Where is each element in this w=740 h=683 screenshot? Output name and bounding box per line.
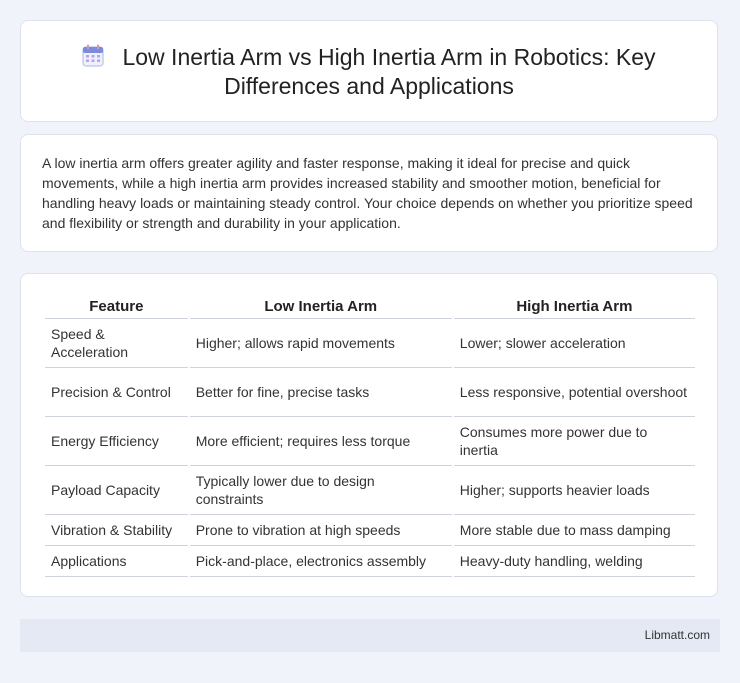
low-inertia-cell: Higher; allows rapid movements [189, 319, 452, 368]
table-row: Payload Capacity Typically lower due to … [45, 466, 695, 515]
feature-cell: Vibration & Stability [45, 515, 188, 546]
feature-cell: Speed & Acceleration [45, 319, 188, 368]
page-title: Low Inertia Arm vs High Inertia Arm in R… [21, 43, 717, 101]
title-line-2: Differences and Applications [224, 73, 514, 99]
title-card: Low Inertia Arm vs High Inertia Arm in R… [20, 20, 718, 122]
header-high-inertia: High Inertia Arm [453, 294, 695, 319]
table-row: Energy Efficiency More efficient; requir… [45, 417, 695, 466]
high-inertia-cell: Consumes more power due to inertia [453, 417, 695, 466]
high-inertia-cell: Higher; supports heavier loads [453, 466, 695, 515]
feature-cell: Precision & Control [45, 368, 188, 417]
low-inertia-cell: More efficient; requires less torque [189, 417, 452, 466]
feature-cell: Energy Efficiency [45, 417, 188, 466]
table-row: Precision & Control Better for fine, pre… [45, 368, 695, 417]
summary-text: A low inertia arm offers greater agility… [42, 155, 693, 231]
footer-brand: Libmatt.com [644, 628, 710, 642]
high-inertia-cell: More stable due to mass damping [453, 515, 695, 546]
table-row: Applications Pick-and-place, electronics… [45, 546, 695, 577]
table-card: Feature Low Inertia Arm High Inertia Arm… [20, 273, 718, 597]
table-row: Speed & Acceleration Higher; allows rapi… [45, 319, 695, 368]
table-header-row: Feature Low Inertia Arm High Inertia Arm [45, 294, 695, 319]
title-line-1: Low Inertia Arm vs High Inertia Arm in R… [122, 44, 656, 70]
high-inertia-cell: Heavy-duty handling, welding [453, 546, 695, 577]
low-inertia-cell: Pick-and-place, electronics assembly [189, 546, 452, 577]
header-low-inertia: Low Inertia Arm [189, 294, 452, 319]
low-inertia-cell: Typically lower due to design constraint… [189, 466, 452, 515]
summary-card: A low inertia arm offers greater agility… [20, 134, 718, 252]
high-inertia-cell: Lower; slower acceleration [453, 319, 695, 368]
footer: Libmatt.com [20, 619, 720, 652]
table-row: Vibration & Stability Prone to vibration… [45, 515, 695, 546]
low-inertia-cell: Prone to vibration at high speeds [189, 515, 452, 546]
feature-cell: Applications [45, 546, 188, 577]
comparison-table: Feature Low Inertia Arm High Inertia Arm… [43, 294, 697, 577]
feature-cell: Payload Capacity [45, 466, 188, 515]
header-feature: Feature [45, 294, 188, 319]
low-inertia-cell: Better for fine, precise tasks [189, 368, 452, 417]
calendar-icon [82, 44, 105, 67]
high-inertia-cell: Less responsive, potential overshoot [453, 368, 695, 417]
